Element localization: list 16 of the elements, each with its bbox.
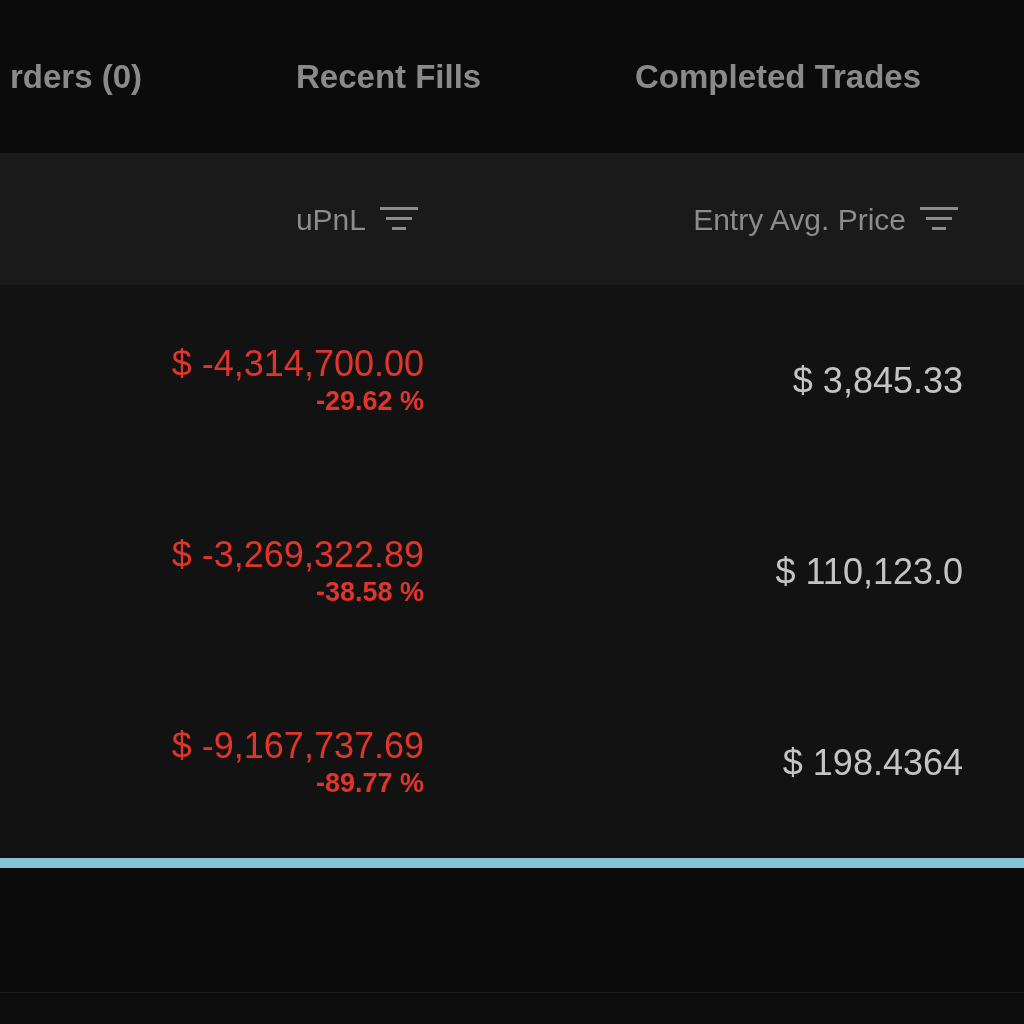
upnl-percent: -29.62 % <box>315 388 424 415</box>
column-header[interactable]: Entry Avg. Price <box>693 196 958 242</box>
upnl-percent: -38.58 % <box>315 579 424 606</box>
entry-price: $ 3,845.33 <box>792 362 963 399</box>
filter-icon[interactable] <box>380 207 418 231</box>
tab[interactable]: Recent Fills <box>296 52 482 101</box>
entry-price: $ 110,123.0 <box>775 553 963 590</box>
upnl-amount: $ -9,167,737.69 <box>171 728 424 764</box>
tab[interactable]: Completed Trades <box>635 52 922 101</box>
column-header[interactable]: uPnL <box>295 196 418 242</box>
tab[interactable]: rders (0) <box>10 52 143 101</box>
entry-price: $ 198.4364 <box>782 744 963 781</box>
upnl-percent: -89.77 % <box>315 770 424 797</box>
filter-icon[interactable] <box>920 207 958 231</box>
upnl-amount: $ -3,269,322.89 <box>171 537 424 573</box>
upnl-amount: $ -4,314,700.00 <box>171 346 424 382</box>
